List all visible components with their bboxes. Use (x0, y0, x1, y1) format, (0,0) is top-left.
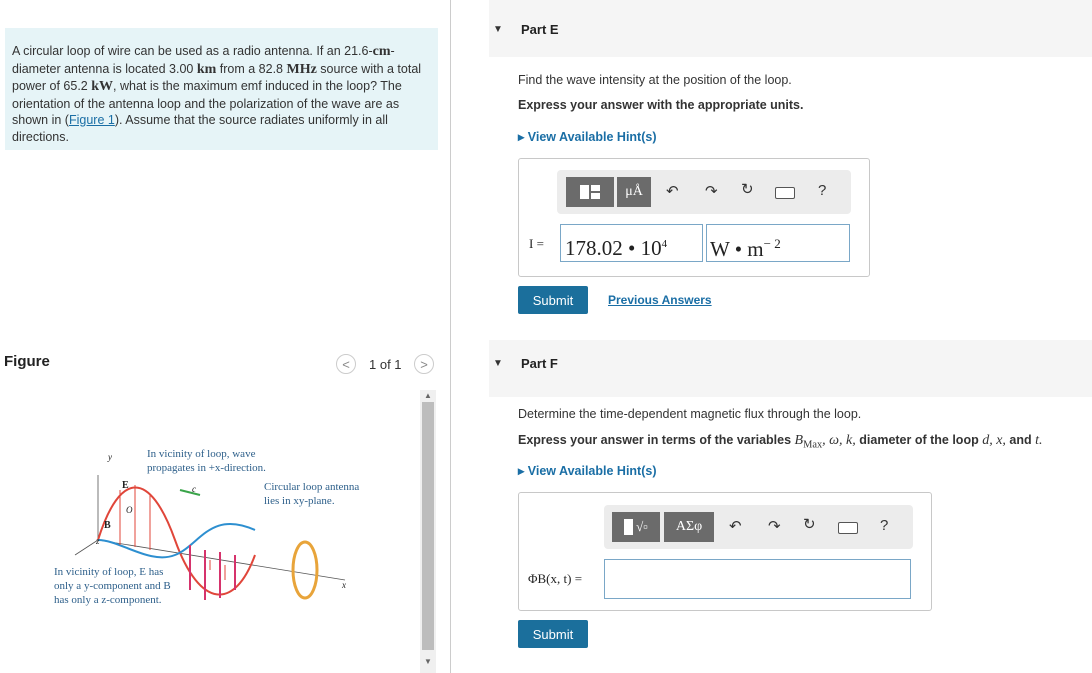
part-f-question: Determine the time-dependent magnetic fl… (518, 407, 862, 421)
template-button[interactable]: √▫ (612, 512, 660, 542)
panel-divider (450, 0, 451, 673)
help-button[interactable]: ? (880, 517, 888, 534)
scrollbar-thumb[interactable] (422, 402, 434, 650)
reset-icon[interactable]: ↻ (741, 180, 754, 198)
caption-propagation: In vicinity of loop, wave propagates in +… (147, 448, 266, 474)
keyboard-icon[interactable] (838, 522, 858, 534)
problem-statement: A circular loop of wire can be used as a… (12, 44, 422, 144)
caret-right-icon: ▸ (518, 130, 528, 144)
part-e-header[interactable] (489, 0, 1092, 57)
part-f-hint-toggle[interactable]: ▸ View Available Hint(s) (518, 463, 657, 478)
caret-right-icon: ▸ (518, 464, 528, 478)
sqrt-template-icon: √▫ (624, 519, 648, 535)
next-figure-button[interactable]: > (414, 354, 434, 374)
label-e: E (122, 480, 129, 491)
figure-title: Figure (4, 353, 50, 370)
chevron-right-icon: > (420, 356, 428, 372)
greek-symbols-button[interactable]: ΑΣφ (664, 512, 714, 542)
reset-icon[interactable]: ↻ (803, 515, 816, 533)
part-f-instruction: Express your answer in terms of the vari… (518, 433, 1043, 451)
fraction-template-icon (580, 185, 600, 199)
part-e-variable-label: I = (529, 236, 544, 251)
scroll-down-icon[interactable]: ▼ (424, 657, 432, 666)
origin-label: O (126, 505, 133, 515)
collapse-arrow-icon[interactable]: ▼ (493, 358, 503, 369)
undo-icon[interactable]: ↶ (729, 517, 742, 535)
undo-icon[interactable]: ↶ (666, 182, 679, 200)
collapse-arrow-icon[interactable]: ▼ (493, 24, 503, 35)
part-f-submit-button[interactable]: Submit (518, 620, 588, 648)
previous-figure-button[interactable]: < (336, 354, 356, 374)
label-b: B (104, 520, 111, 531)
units-button[interactable]: μÅ (617, 177, 651, 207)
part-f-variable-label: ΦB(x, t) = (528, 571, 583, 586)
redo-icon[interactable]: ↷ (768, 517, 781, 535)
chevron-left-icon: < (342, 356, 350, 372)
part-e-submit-button[interactable]: Submit (518, 286, 588, 314)
redo-icon[interactable]: ↷ (705, 182, 718, 200)
axis-z-label: z (96, 536, 100, 546)
part-e-instruction: Express your answer with the appropriate… (518, 98, 804, 112)
part-f-answer-input[interactable] (604, 559, 911, 599)
caption-components: In vicinity of loop, E has only a y-compo… (54, 566, 171, 606)
part-f-label: Part F (521, 356, 558, 371)
label-c: c (192, 484, 196, 494)
scroll-up-icon[interactable]: ▲ (424, 391, 432, 400)
part-f-header[interactable] (489, 340, 1092, 397)
keyboard-icon[interactable] (775, 187, 795, 199)
previous-answers-link[interactable]: Previous Answers (608, 293, 712, 307)
part-e-unit-input[interactable]: W • m− 2 (706, 224, 850, 262)
part-e-question: Find the wave intensity at the position … (518, 73, 792, 87)
help-button[interactable]: ? (818, 182, 826, 199)
part-e-value-input[interactable]: 178.02 • 104 (560, 224, 703, 262)
axis-y-label: y (108, 452, 112, 462)
part-e-label: Part E (521, 22, 559, 37)
figure-counter: 1 of 1 (369, 357, 402, 372)
part-e-hint-toggle[interactable]: ▸ View Available Hint(s) (518, 129, 657, 144)
figure-link[interactable]: Figure 1 (69, 113, 115, 127)
caption-loop: Circular loop antenna lies in xy-plane. (264, 481, 360, 507)
axis-x-label: x (342, 580, 346, 590)
template-button[interactable] (566, 177, 614, 207)
